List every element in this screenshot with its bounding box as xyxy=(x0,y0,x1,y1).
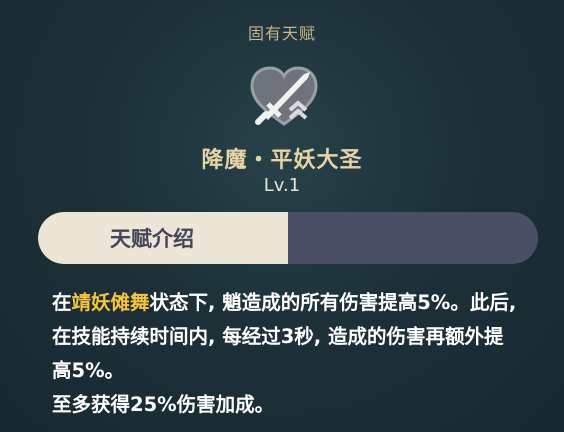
talent-name: 降魔・平妖大圣 xyxy=(201,148,363,173)
tab-bar: 天赋介绍 xyxy=(38,212,538,264)
talent-description: 在靖妖傩舞状态下, 魈造成的所有伤害提高5%。此后, 在技能持续时间内, 每经过… xyxy=(52,286,522,422)
sword-heart-icon xyxy=(250,66,318,126)
description-line: 至多获得25%伤害加成。 xyxy=(52,393,275,416)
highlight-keyword: 靖妖傩舞 xyxy=(71,291,150,314)
talent-level: Lv.1 xyxy=(263,175,301,196)
description-text: 在 xyxy=(52,291,72,314)
talent-detail-panel: { "header": { "label": "固有天赋" }, "talent… xyxy=(0,0,564,432)
tab-secondary[interactable] xyxy=(288,212,538,264)
tab-talent-intro[interactable]: 天赋介绍 xyxy=(38,212,288,264)
section-header: 固有天赋 xyxy=(247,24,316,43)
description-paragraph: 在靖妖傩舞状态下, 魈造成的所有伤害提高5%。此后, 在技能持续时间内, 每经过… xyxy=(52,286,522,388)
